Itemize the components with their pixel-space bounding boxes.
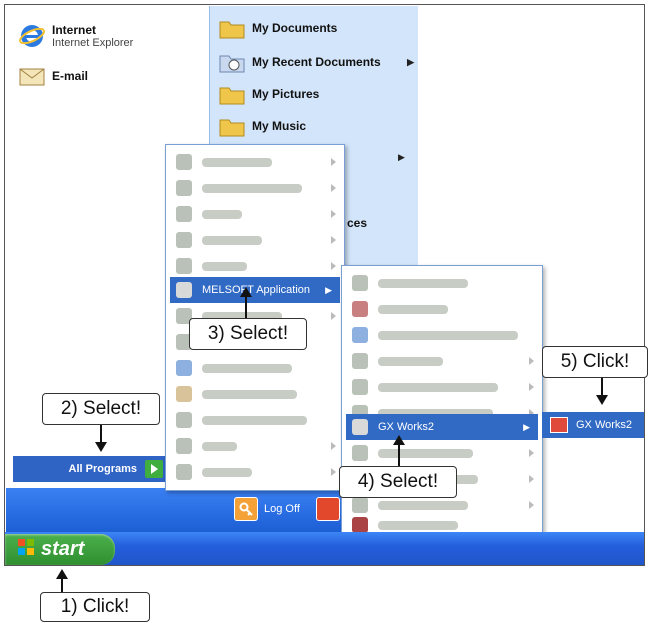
email-item[interactable]: E-mail (18, 62, 88, 90)
start-button[interactable]: start (5, 534, 115, 565)
list-item[interactable] (346, 374, 538, 400)
my-documents-item[interactable]: My Documents (218, 14, 337, 42)
key-icon (234, 497, 258, 521)
email-icon (18, 62, 46, 90)
arrow-line (245, 296, 247, 318)
callout-step4: 4) Select! (339, 466, 457, 498)
melsoft-application-item[interactable]: MELSOFT Application ▶ (170, 277, 340, 303)
gx-works2-program-label: GX Works2 (576, 419, 633, 431)
list-item[interactable] (170, 459, 340, 485)
log-off-label: Log Off (264, 503, 300, 515)
my-recent-documents-item[interactable]: My Recent Documents ▶ (218, 48, 414, 76)
turn-off-icon[interactable] (316, 497, 340, 521)
list-item[interactable] (170, 253, 340, 279)
my-documents-label: My Documents (252, 21, 338, 35)
my-music-item[interactable]: My Music (218, 112, 306, 140)
list-item[interactable] (346, 270, 538, 296)
arrow-line (100, 425, 102, 443)
list-item[interactable] (170, 201, 340, 227)
screenshot-frame: Internet Internet Explorer E-mail My Doc… (4, 4, 645, 566)
folder-icon (218, 48, 246, 76)
arrow-up-icon (56, 569, 68, 579)
email-label: E-mail (52, 69, 89, 83)
list-item[interactable] (346, 348, 538, 374)
list-item[interactable] (346, 296, 538, 322)
submenu-arrow-icon: ▶ (407, 56, 414, 67)
list-item[interactable] (346, 440, 538, 466)
callout-step5: 5) Click! (542, 346, 648, 378)
internet-label: Internet (52, 23, 97, 37)
internet-explorer-label: Internet Explorer (52, 37, 134, 49)
start-label: start (41, 538, 85, 560)
log-off-button[interactable]: Log Off (234, 497, 300, 521)
list-item[interactable] (170, 433, 340, 459)
taskbar: start (5, 532, 644, 565)
list-item[interactable] (170, 381, 340, 407)
green-arrow-icon (145, 460, 163, 478)
callout-step3: 3) Select! (189, 318, 307, 350)
my-recent-documents-label: My Recent Documents (252, 55, 381, 69)
all-programs-button[interactable]: All Programs (13, 456, 167, 482)
arrow-down-icon (95, 442, 107, 452)
my-pictures-item[interactable]: My Pictures (218, 80, 319, 108)
list-item[interactable] (170, 149, 340, 175)
windows-logo-icon (17, 538, 35, 562)
internet-item[interactable]: Internet Internet Explorer (18, 22, 133, 50)
submenu-arrow-icon: ▶ (523, 421, 530, 432)
submenu-arrow-icon: ▶ (398, 152, 405, 162)
folder-icon (218, 14, 246, 42)
folder-icon (218, 80, 246, 108)
arrow-up-icon (393, 435, 405, 445)
gx-works2-folder-label: GX Works2 (378, 421, 435, 433)
gx-works2-folder-item[interactable]: GX Works2 ▶ (346, 414, 538, 440)
list-item[interactable] (170, 355, 340, 381)
arrow-down-icon (596, 395, 608, 405)
gx-works2-icon (550, 417, 568, 433)
submenu-arrow-icon: ▶ (325, 284, 332, 295)
list-item[interactable] (170, 407, 340, 433)
arrow-line (398, 444, 400, 466)
gx-works2-program-item[interactable]: GX Works2 (542, 412, 644, 438)
callout-step1: 1) Click! (40, 592, 150, 622)
my-music-label: My Music (252, 119, 307, 133)
melsoft-application-label: MELSOFT Application (202, 284, 311, 296)
my-pictures-label: My Pictures (252, 87, 320, 101)
folder-icon (352, 419, 368, 435)
arrow-line (601, 378, 603, 396)
folder-icon (176, 282, 192, 298)
all-programs-label: All Programs (68, 463, 137, 475)
arrow-up-icon (240, 287, 252, 297)
list-item[interactable] (346, 322, 538, 348)
internet-explorer-icon (18, 22, 46, 50)
arrow-line (61, 578, 63, 592)
list-item[interactable] (170, 227, 340, 253)
folder-icon (218, 112, 246, 140)
callout-step2: 2) Select! (42, 393, 160, 425)
partial-item-label: ces (347, 216, 368, 230)
list-item[interactable] (170, 175, 340, 201)
